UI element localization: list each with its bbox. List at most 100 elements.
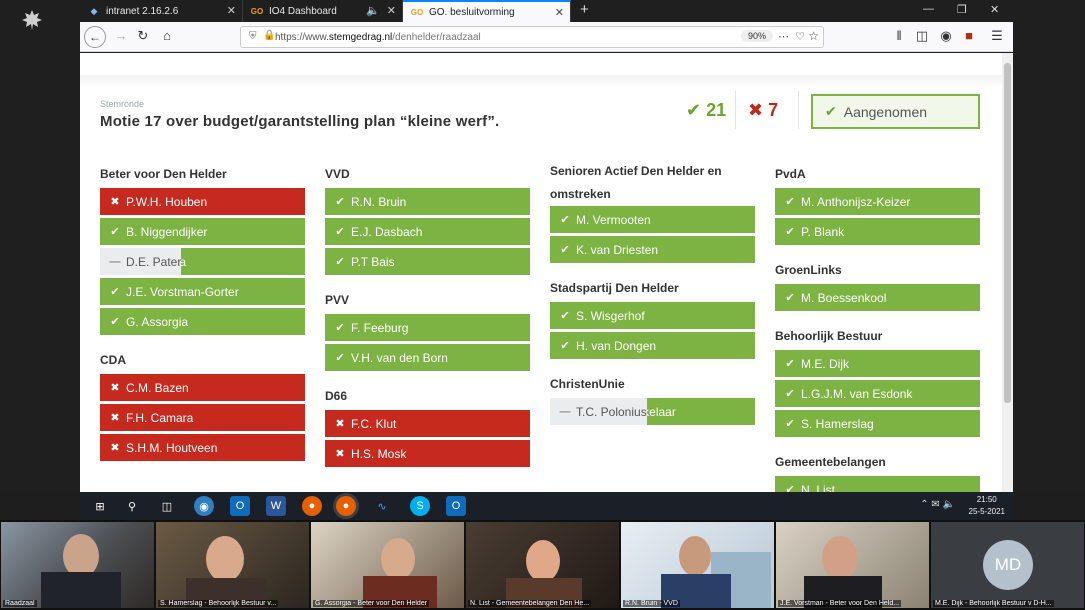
shield-icon: ⛨	[249, 31, 257, 42]
member-name: G. Assorgia	[126, 314, 189, 329]
video-tile[interactable]: G. Assorgia - Beter voor Den Helder	[311, 522, 464, 608]
search-icon[interactable]: ⚲	[122, 496, 142, 516]
member-name: J.E. Vorstman-Gorter	[126, 284, 239, 299]
check-icon: ✔	[335, 256, 345, 268]
bookmark-star-icon[interactable]: ☆	[808, 29, 819, 43]
check-icon: ✔	[785, 292, 795, 304]
member-vote-row: ✖ H.S. Mosk	[325, 440, 530, 467]
pocket-icon[interactable]: ♡	[795, 30, 805, 43]
scrollbar-thumb[interactable]	[1004, 63, 1011, 403]
menu-icon[interactable]: ☰	[988, 28, 1006, 44]
member-name: S. Wisgerhof	[576, 308, 645, 323]
video-tile[interactable]: Raadzaal	[1, 522, 154, 608]
close-tab-icon[interactable]: ✕	[227, 4, 236, 17]
url-path: /denhelder/raadzaal	[392, 31, 481, 43]
close-tab-icon[interactable]: ✕	[387, 4, 396, 17]
video-tile[interactable]: MD M.E. Dijk - Behoorlijk Bestuur v D-H.…	[931, 522, 1084, 608]
party-heading: Stadspartij Den Helder	[550, 281, 679, 295]
tab-label: IO4 Dashboard	[269, 5, 337, 17]
video-tile[interactable]: R.N. Bruin - VVD	[621, 522, 774, 608]
word-icon[interactable]: W	[266, 496, 286, 516]
video-tile-label: M.E. Dijk - Behoorlijk Bestuur v D-H...	[933, 600, 1054, 607]
video-call-strip: Raadzaal S. Hamerslag - Behoorlijk Bestu…	[0, 520, 1085, 610]
cross-icon: ✖	[110, 442, 120, 454]
left-dark-strip	[0, 0, 80, 492]
member-name: P. Blank	[801, 224, 845, 239]
library-icon[interactable]: ‖	[890, 28, 908, 43]
url-host: stemgedrag.nl	[328, 31, 393, 43]
task-view-icon[interactable]: ◫	[157, 496, 177, 516]
video-tile[interactable]: J.E. Vorstman - Beter voor Den Held...	[776, 522, 929, 608]
account-icon[interactable]: ◉	[937, 28, 955, 44]
new-tab-button[interactable]: +	[580, 1, 589, 18]
member-vote-row: ✔ R.N. Bruin	[325, 188, 530, 215]
participant-face	[679, 536, 711, 576]
divider	[798, 91, 799, 129]
participant-face	[381, 538, 415, 580]
outlook-icon[interactable]: O	[230, 496, 250, 516]
member-name: M. Anthonijsz-Keizer	[801, 194, 911, 209]
system-tray[interactable]: ⌃ ✉ 🔈	[920, 499, 955, 510]
page-scrollbar[interactable]	[1002, 53, 1013, 492]
browser-toolbar: ← → ↻ ⌂ ⛨ 🔒 https://www. stemgedrag.nl/de…	[80, 22, 1013, 52]
minimize-icon[interactable]: —	[923, 3, 934, 15]
check-icon: ✔	[825, 103, 837, 119]
member-vote-row: ✖ P.W.H. Houben	[100, 188, 305, 215]
video-tile[interactable]: N. List - Gemeentebelangen Den He...	[466, 522, 619, 608]
member-vote-row: ✔ B. Niggendijker	[100, 218, 305, 245]
party-column: Beter voor Den Helder ✖ P.W.H. Houben ✔ B. N…	[100, 164, 305, 464]
home-icon[interactable]: ⌂	[158, 28, 176, 43]
outlook-alert-icon[interactable]: O	[446, 496, 466, 516]
party-heading: Senioren Actief Den Helder en omstreken	[550, 164, 722, 201]
more-actions-icon[interactable]: ⋯	[778, 30, 789, 43]
member-name: P.W.H. Houben	[126, 194, 208, 209]
restore-icon[interactable]: ❐	[957, 3, 967, 16]
zoom-level[interactable]: 90%	[740, 30, 773, 42]
member-vote-row: ✔ H. van Dongen	[550, 332, 755, 359]
check-icon: ✔	[560, 214, 570, 226]
party-heading: Behoorlijk Bestuur	[775, 329, 883, 343]
participant-face	[822, 536, 858, 580]
member-name: V.H. van den Born	[351, 350, 448, 365]
motion-title: Motie 17 over budget/garantstelling plan…	[100, 113, 500, 130]
extension-icon[interactable]: ■	[960, 28, 978, 43]
check-icon: ✔	[110, 286, 120, 298]
firefox-active-icon[interactable]: ●	[336, 496, 356, 516]
firefox-icon[interactable]: ●	[302, 496, 322, 516]
sidebar-icon[interactable]: ◫	[913, 28, 931, 44]
tab-intranet[interactable]: ◆ intranet 2.16.2.6 ✕	[80, 0, 243, 22]
clock[interactable]: 21:50 25-5-2021	[969, 494, 1005, 518]
wave-app-icon[interactable]: ∿	[372, 496, 392, 516]
windows-start-icon[interactable]: ⊞	[90, 496, 110, 516]
close-tab-icon[interactable]: ✕	[555, 6, 564, 19]
member-vote-row: ✔ N. List	[775, 476, 980, 492]
member-vote-row: ✔ S. Hamerslag	[775, 410, 980, 437]
tab-io4-dashboard[interactable]: GO IO4 Dashboard 🔈 ✕	[243, 0, 403, 22]
close-window-icon[interactable]: ✕	[990, 3, 999, 16]
tab-go-besluitvorming[interactable]: GO GO. besluitvorming ✕	[403, 0, 571, 22]
skype-icon[interactable]: S	[410, 496, 430, 516]
member-name: M. Boessenkool	[801, 290, 887, 305]
check-icon: ✔	[560, 310, 570, 322]
cross-icon: ✖	[335, 448, 345, 460]
check-icon: ✔	[335, 196, 345, 208]
video-tile[interactable]: S. Hamerslag - Behoorlijk Bestuur v...	[156, 522, 309, 608]
party-column: VVD ✔ R.N. Bruin ✔ E.J. Dasbach ✔ P.T Bais PVV ✔…	[325, 164, 530, 470]
back-arrow-icon[interactable]: ←	[84, 26, 106, 48]
participant-body	[41, 572, 121, 608]
reload-icon[interactable]: ↻	[134, 28, 152, 44]
member-name: H. van Dongen	[576, 338, 657, 353]
member-vote-row: — D.E. Pater	[100, 248, 182, 275]
forward-arrow-icon[interactable]: →	[112, 28, 130, 43]
edge-browser-icon[interactable]: ◉	[194, 496, 214, 516]
url-bar[interactable]: ⛨ 🔒 https://www. stemgedrag.nl/denhelder/…	[240, 26, 824, 48]
party-heading: ChristenUnie	[550, 377, 625, 391]
member-vote-row: ✔ E.J. Dasbach	[325, 218, 530, 245]
member-name: B. Niggendijker	[126, 224, 208, 239]
cross-icon: ✖	[110, 382, 120, 394]
check-icon: ✔	[686, 100, 702, 120]
member-vote-row: ✔ P.T Bais	[325, 248, 530, 275]
speaker-icon[interactable]: 🔈	[366, 4, 380, 17]
